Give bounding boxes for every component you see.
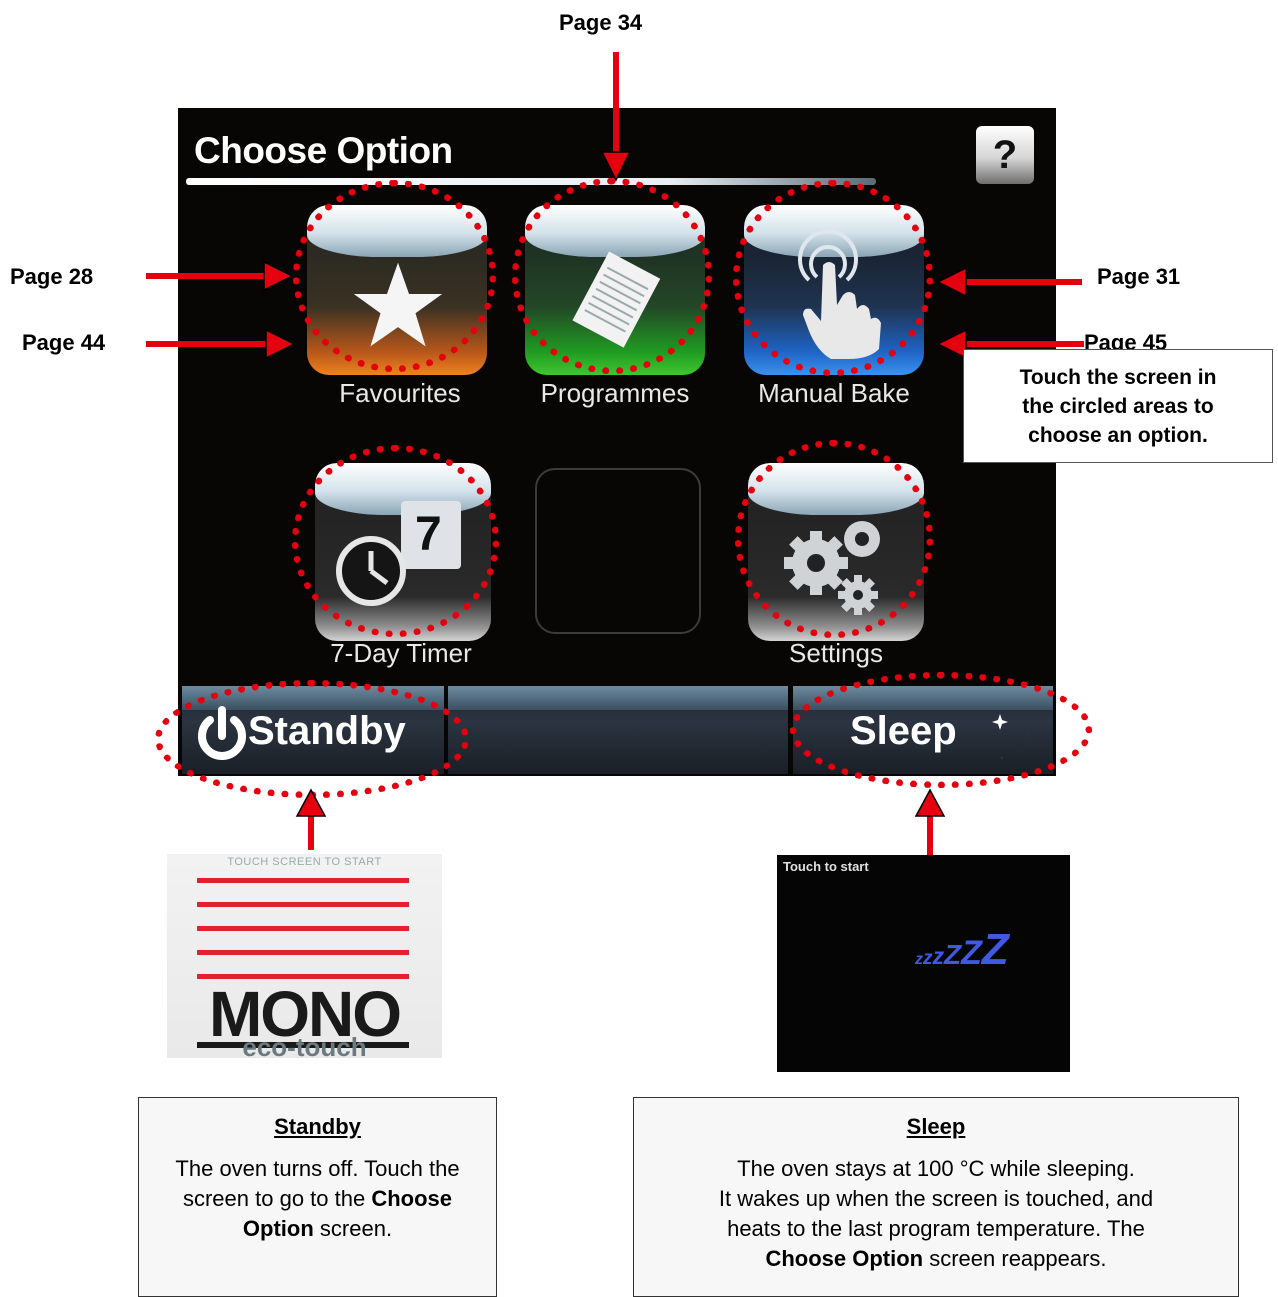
- favourites-label: Favourites: [339, 378, 461, 408]
- programmes-label: Programmes: [540, 378, 690, 408]
- sleep-info-line: It wakes up when the screen is touched, …: [718, 1186, 1154, 1211]
- logo-stripe: [197, 878, 409, 883]
- sleep-info-bold: Choose Option: [765, 1246, 924, 1271]
- standby-info-title: Standby: [274, 1114, 361, 1139]
- highlight-standby: [155, 680, 469, 798]
- sleep-info-line: heats to the last program temperature. T…: [727, 1216, 1145, 1241]
- bar-highlight: [448, 686, 788, 710]
- touch-to-start-text: Touch to start: [783, 859, 869, 874]
- standby-info-box: Standby The oven turns off. Touch the sc…: [138, 1097, 497, 1297]
- sleep-info-text: The oven stays at 100 °C while sleeping.…: [634, 1154, 1238, 1274]
- page-ref-manual-bake: Page 31: [1097, 264, 1181, 289]
- logo-stripe: [197, 950, 409, 955]
- standby-top-text: TOUCH SCREEN TO START: [227, 856, 382, 868]
- eco-touch-tagline: eco-touch: [242, 1032, 367, 1058]
- standby-info-text-part: screen.: [313, 1216, 393, 1241]
- sleep-info-text-part: screen reappears.: [923, 1246, 1107, 1271]
- settings-label: Settings: [789, 638, 883, 668]
- empty-slot: [535, 468, 701, 634]
- sleep-info-title: Sleep: [906, 1114, 966, 1139]
- highlight-programmes: [512, 178, 712, 374]
- page-ref-programmes: Page 34: [559, 10, 643, 35]
- instruction-box: Touch the screen in the circled areas to…: [963, 349, 1273, 463]
- manual-bake-label: Manual Bake: [758, 378, 910, 408]
- logo-stripe: [197, 926, 409, 931]
- page-ref-timer: Page 44: [22, 330, 106, 355]
- seven-day-timer-label: 7-Day Timer: [330, 638, 472, 668]
- zzz-text: zzzZZZ: [915, 925, 1009, 974]
- instruction-line: Touch the screen in: [1019, 366, 1217, 389]
- highlight-settings: [735, 440, 933, 638]
- sleep-screen-thumbnail: Touch to start zzzZZZ: [777, 855, 1070, 1072]
- highlight-sleep: [790, 672, 1092, 788]
- sleep-info-line: Choose Option screen reappears.: [648, 1244, 1224, 1274]
- help-button[interactable]: ?: [976, 126, 1034, 184]
- title-underline: [186, 178, 876, 185]
- page-ref-favourites: Page 28: [10, 264, 94, 289]
- logo-stripe: [197, 902, 409, 907]
- screen-title: Choose Option: [194, 130, 453, 171]
- highlight-manual-bake: [733, 180, 933, 376]
- instruction-line: the circled areas to: [1022, 395, 1214, 418]
- standby-info-text: The oven turns off. Touch the screen to …: [139, 1154, 496, 1244]
- highlight-favourites: [293, 180, 496, 372]
- sleep-info-line: The oven stays at 100 °C while sleeping.: [737, 1156, 1135, 1181]
- standby-screen-thumbnail: TOUCH SCREEN TO START MONO eco-touch: [167, 854, 442, 1058]
- sleep-info-box: Sleep The oven stays at 100 °C while sle…: [633, 1097, 1239, 1297]
- instruction-line: choose an option.: [1028, 424, 1208, 447]
- highlight-timer: [292, 445, 499, 637]
